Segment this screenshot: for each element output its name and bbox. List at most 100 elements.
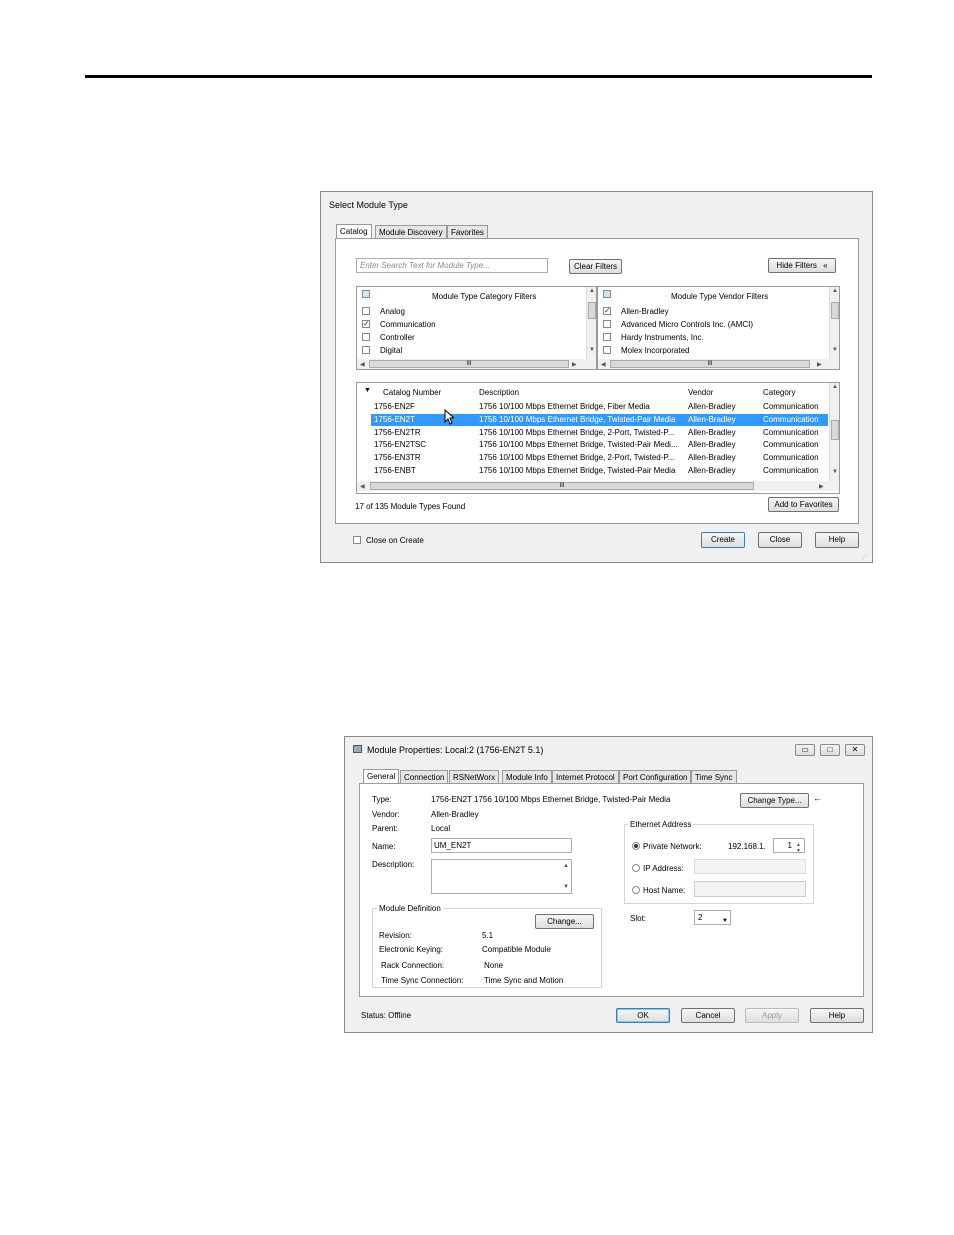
- tab-rsnetworx[interactable]: RSNetWorx: [449, 770, 500, 784]
- change-button[interactable]: Change...: [535, 914, 594, 929]
- vendor-checkbox[interactable]: [603, 333, 611, 341]
- tab-port-configuration[interactable]: Port Configuration: [619, 770, 692, 784]
- catalog-number-cell: 1756-EN2F: [374, 402, 415, 411]
- apply-button[interactable]: Apply: [745, 1008, 799, 1023]
- private-network-host-stepper[interactable]: 1 ▲ ▼: [773, 838, 805, 853]
- scroll-right-icon[interactable]: ▶: [819, 483, 824, 490]
- slot-select[interactable]: 2 ▼: [694, 910, 731, 925]
- private-network-radio[interactable]: [632, 842, 640, 850]
- scroll-left-icon[interactable]: ◀: [360, 483, 365, 490]
- column-header-vendor[interactable]: Vendor: [688, 388, 713, 397]
- category-horizontal-scrollbar[interactable]: ◀ III ▶: [357, 359, 596, 369]
- scroll-up-icon[interactable]: ▲: [563, 863, 569, 869]
- table-row[interactable]: 1756-EN2TSC 1756 10/100 Mbps Ethernet Bri…: [357, 440, 827, 451]
- page-header-rule: [85, 75, 872, 78]
- create-button[interactable]: Create: [701, 532, 745, 548]
- vendor-checkbox[interactable]: [603, 346, 611, 354]
- scroll-down-icon[interactable]: ▼: [832, 347, 838, 353]
- close-window-button[interactable]: ✕: [845, 744, 865, 756]
- scroll-thumb[interactable]: [831, 302, 839, 319]
- hide-filters-button[interactable]: Hide Filters «: [768, 258, 836, 273]
- maximize-button[interactable]: □: [820, 744, 840, 756]
- scroll-grip-icon: III: [559, 483, 565, 489]
- table-horizontal-scrollbar[interactable]: ◀ III ▶: [357, 481, 839, 491]
- scroll-thumb[interactable]: III: [370, 482, 754, 490]
- help-button[interactable]: Help: [810, 1008, 864, 1023]
- vendor-checkbox[interactable]: ✓: [603, 307, 611, 315]
- host-name-input[interactable]: [694, 881, 806, 897]
- clear-filters-button[interactable]: Clear Filters: [569, 259, 622, 274]
- vendor-select-all-checkbox[interactable]: [603, 290, 611, 298]
- category-cell: Communication: [763, 440, 819, 450]
- table-row[interactable]: 1756-ENBT 1756 10/100 Mbps Ethernet Bridg…: [357, 466, 827, 477]
- column-header-category[interactable]: Category: [763, 388, 795, 397]
- electronic-keying-label: Electronic Keying:: [379, 945, 444, 954]
- tab-connection[interactable]: Connection: [400, 770, 449, 784]
- description-cell: 1756 10/100 Mbps Ethernet Bridge, 2-Port…: [479, 427, 675, 437]
- vendor-cell: Allen-Bradley: [688, 453, 736, 463]
- search-input[interactable]: Enter Search Text for Module Type...: [356, 258, 548, 273]
- scroll-up-icon[interactable]: ▲: [832, 384, 838, 390]
- category-checkbox[interactable]: [362, 307, 370, 315]
- tab-internet-protocol[interactable]: Internet Protocol: [552, 770, 619, 784]
- scroll-thumb[interactable]: [831, 420, 839, 440]
- scroll-thumb[interactable]: [588, 302, 596, 319]
- column-header-catalog-number[interactable]: Catalog Number: [383, 388, 441, 397]
- tab-catalog[interactable]: Catalog: [336, 224, 372, 239]
- category-checkbox[interactable]: [362, 333, 370, 341]
- scroll-right-icon[interactable]: ▶: [572, 361, 577, 368]
- minimize-button[interactable]: ▭: [795, 744, 815, 756]
- vendor-checkbox[interactable]: [603, 320, 611, 328]
- tab-time-sync[interactable]: Time Sync: [691, 770, 737, 784]
- mouse-cursor-icon: [444, 409, 454, 425]
- tab-module-discovery[interactable]: Module Discovery: [375, 225, 447, 239]
- ok-button[interactable]: OK: [616, 1008, 670, 1023]
- ip-address-radio[interactable]: [632, 864, 640, 872]
- category-cell: Communication: [763, 427, 819, 437]
- column-header-description[interactable]: Description: [479, 388, 519, 397]
- sort-descending-icon[interactable]: ▼: [364, 387, 371, 394]
- scroll-left-icon[interactable]: ◀: [601, 361, 606, 368]
- table-row[interactable]: 1756-EN3TR 1756 10/100 Mbps Ethernet Brid…: [357, 453, 827, 464]
- tab-general[interactable]: General: [363, 769, 400, 784]
- cancel-button[interactable]: Cancel: [681, 1008, 735, 1023]
- category-checkbox[interactable]: ✓: [362, 320, 370, 328]
- scroll-grip-icon: III: [707, 361, 713, 367]
- table-row[interactable]: 1756-EN2F 1756 10/100 Mbps Ethernet Bridg…: [357, 402, 827, 413]
- vendor-cell: Allen-Bradley: [688, 466, 736, 475]
- stepper-down-icon[interactable]: ▼: [796, 845, 801, 852]
- vendor-vertical-scrollbar[interactable]: ▲ ▼: [829, 287, 839, 359]
- change-type-button[interactable]: Change Type...: [740, 793, 809, 808]
- scroll-up-icon[interactable]: ▲: [589, 288, 595, 294]
- description-textarea[interactable]: ▲ ▼: [431, 859, 572, 894]
- category-vertical-scrollbar[interactable]: ▲ ▼: [586, 287, 596, 359]
- scroll-right-icon[interactable]: ▶: [817, 361, 822, 368]
- resize-grip-icon[interactable]: ⋰: [862, 553, 868, 560]
- table-vertical-scrollbar[interactable]: ▲ ▼: [829, 383, 839, 481]
- scroll-down-icon[interactable]: ▼: [589, 347, 595, 353]
- status-text: Status: Offline: [361, 1011, 412, 1020]
- scroll-thumb[interactable]: III: [610, 360, 810, 368]
- scroll-down-icon[interactable]: ▼: [563, 884, 569, 890]
- tab-module-info[interactable]: Module Info: [502, 770, 552, 784]
- ip-address-input[interactable]: [694, 859, 806, 874]
- scroll-thumb[interactable]: III: [369, 360, 569, 368]
- revision-value: 5.1: [482, 931, 494, 940]
- description-cell: 1756 10/100 Mbps Ethernet Bridge, Twiste…: [479, 466, 676, 475]
- category-filters-header: Module Type Category Filters: [432, 292, 537, 301]
- help-button[interactable]: Help: [815, 532, 859, 548]
- host-name-radio[interactable]: [632, 886, 640, 894]
- category-select-all-checkbox[interactable]: [362, 290, 370, 298]
- scroll-left-icon[interactable]: ◀: [360, 361, 365, 368]
- category-checkbox[interactable]: [362, 346, 370, 354]
- vendor-horizontal-scrollbar[interactable]: ◀ III ▶: [598, 359, 839, 369]
- close-on-create-checkbox[interactable]: [353, 536, 361, 544]
- name-input[interactable]: UM_EN2T: [431, 838, 572, 853]
- close-button[interactable]: Close: [758, 532, 802, 548]
- tab-favorites[interactable]: Favorites: [447, 225, 488, 239]
- add-to-favorites-button[interactable]: Add to Favorites: [768, 497, 839, 512]
- scroll-up-icon[interactable]: ▲: [832, 288, 838, 294]
- scroll-down-icon[interactable]: ▼: [832, 469, 838, 475]
- table-row[interactable]: 1756-EN2T 1756 10/100 Mbps Ethernet Bridg…: [357, 415, 827, 426]
- table-row[interactable]: 1756-EN2TR 1756 10/100 Mbps Ethernet Brid…: [357, 428, 827, 439]
